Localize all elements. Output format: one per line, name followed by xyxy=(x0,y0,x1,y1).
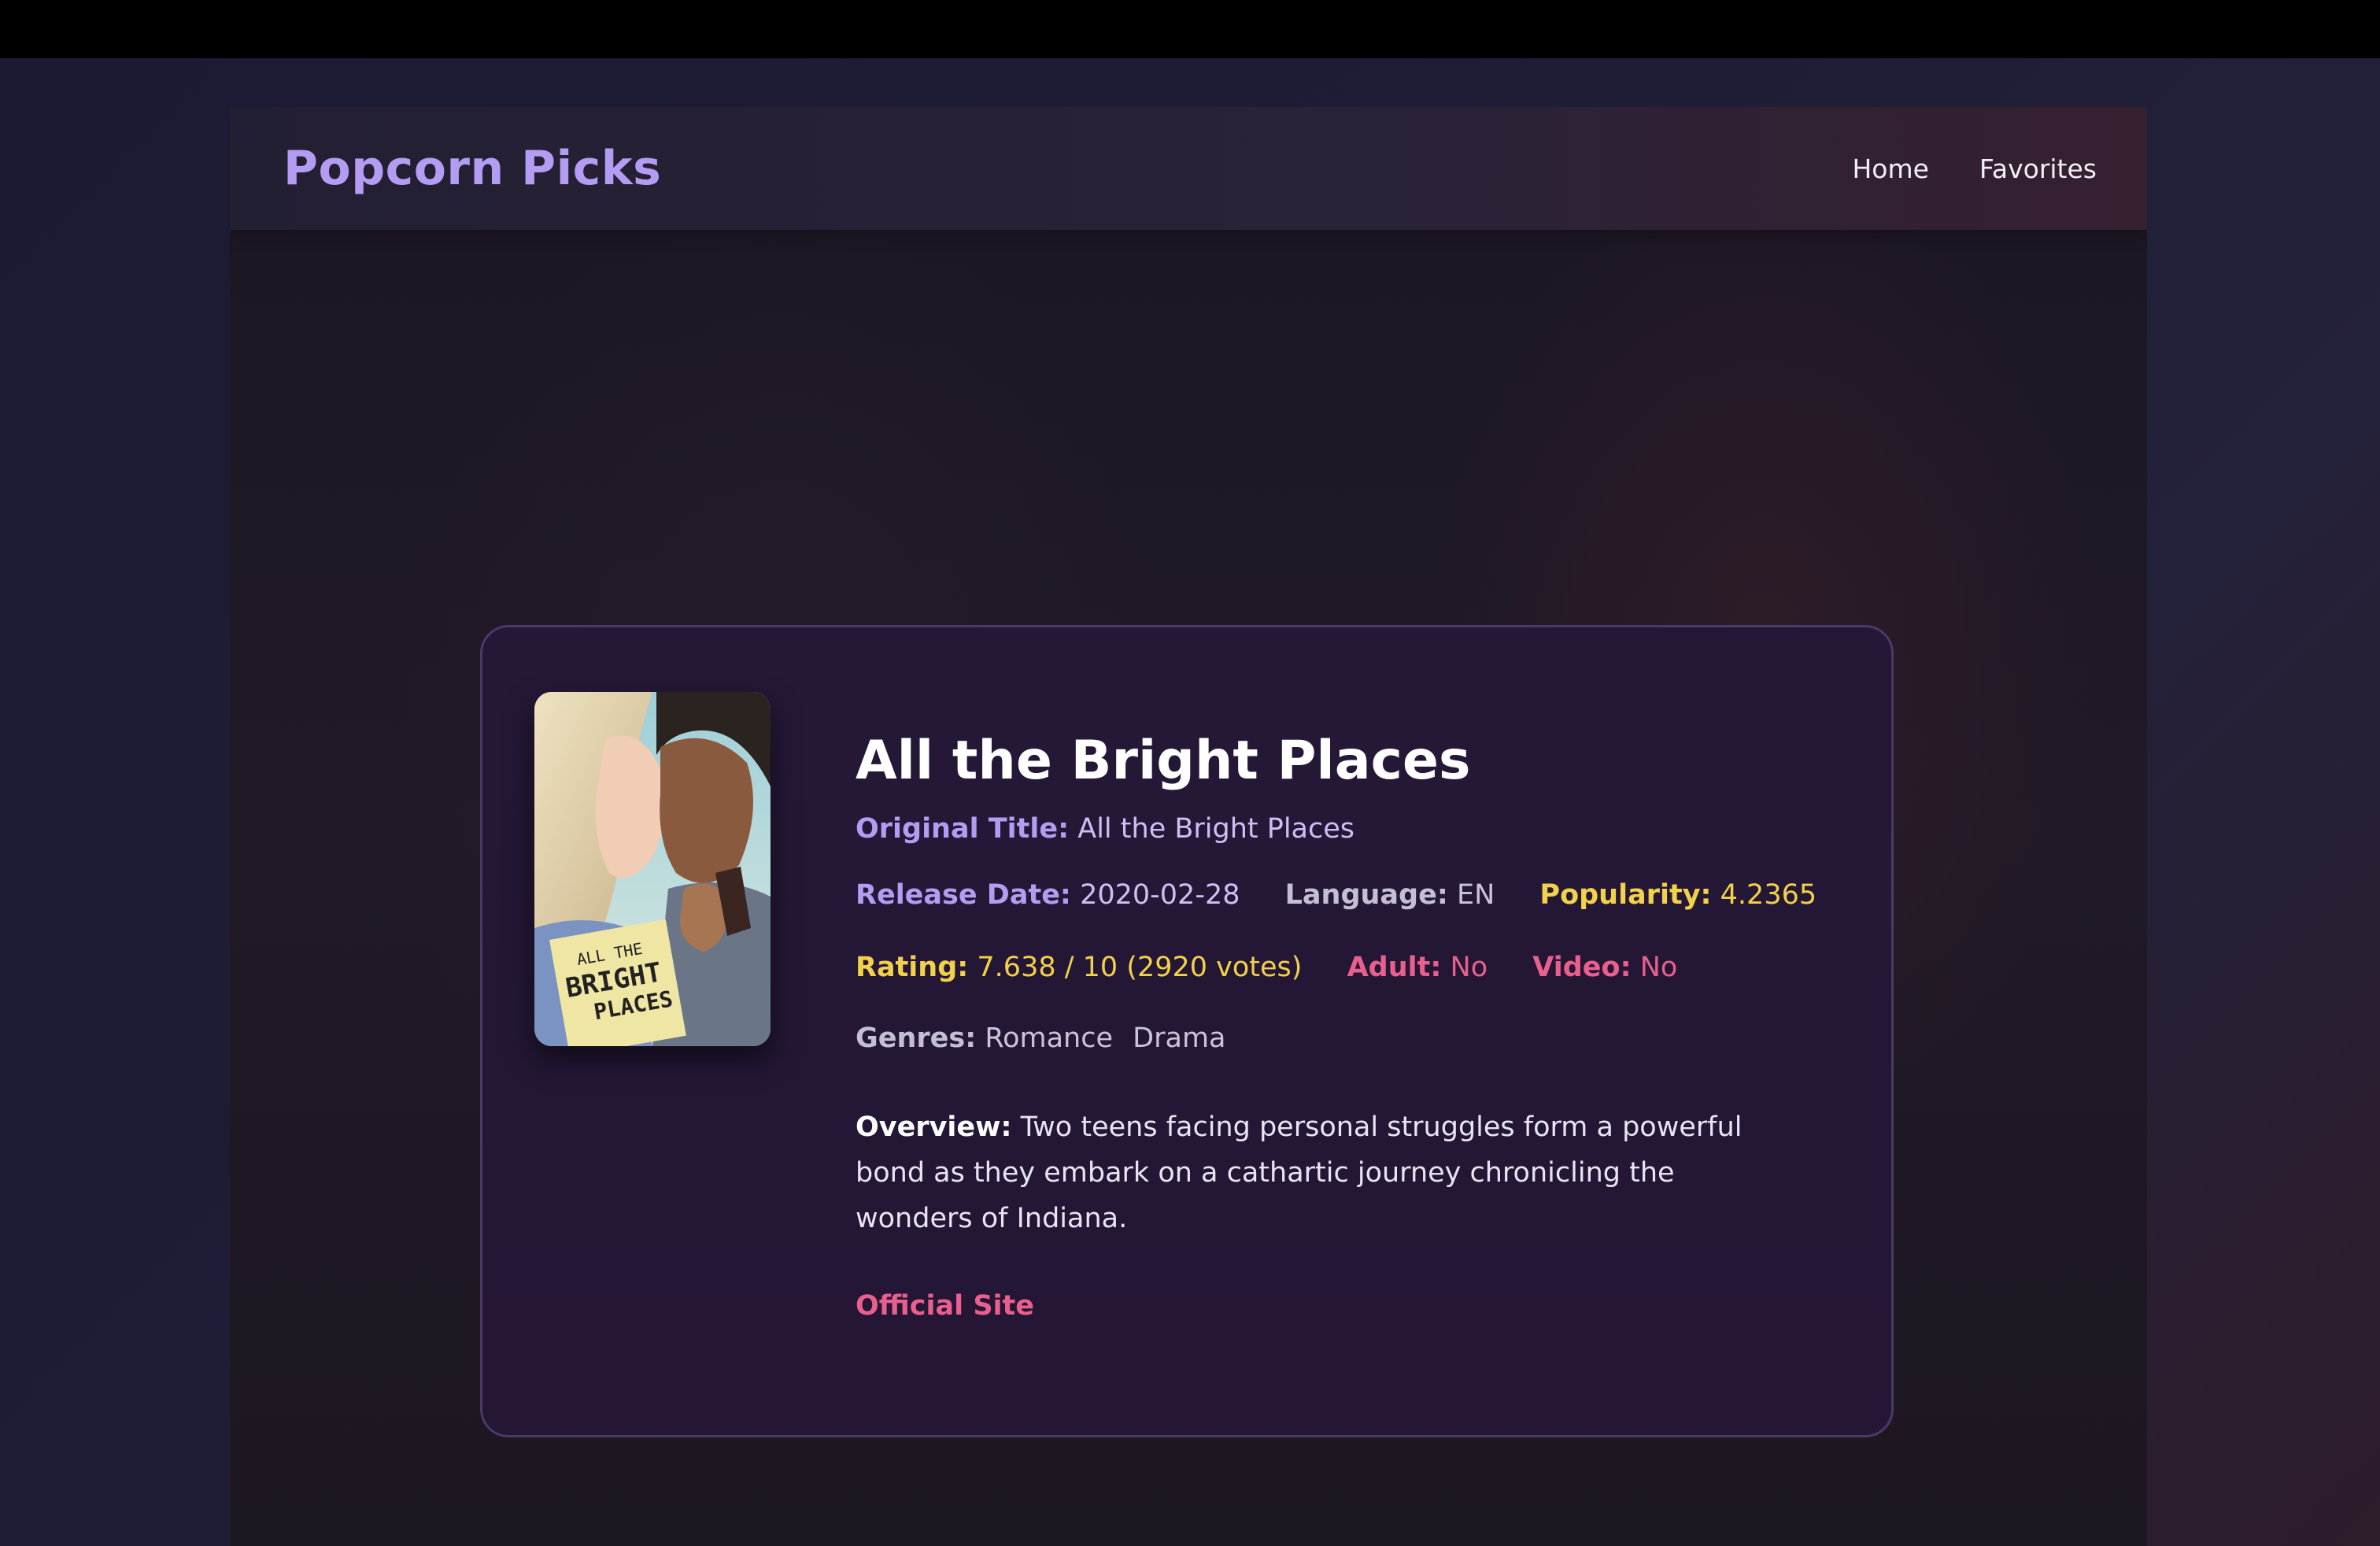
original-title-value: All the Bright Places xyxy=(1077,813,1355,845)
nav-home-link[interactable]: Home xyxy=(1852,153,1928,184)
video-value: No xyxy=(1639,952,1678,983)
overview: Overview: Two teens facing personal stru… xyxy=(856,1104,1800,1241)
brand-logo[interactable]: Popcorn Picks xyxy=(283,107,661,230)
movie-title: All the Bright Places xyxy=(856,730,1471,792)
genre-tag: Drama xyxy=(1133,1023,1226,1054)
rating-row: Rating: 7.638 / 10 (2920 votes) Adult: N… xyxy=(856,952,1831,983)
browser-viewport: Popcorn Picks Home Favorites ALL THE BRI… xyxy=(0,58,2380,1546)
language-label: Language: xyxy=(1284,879,1448,911)
official-site-link[interactable]: Official Site xyxy=(856,1290,1034,1322)
popularity-label: Popularity: xyxy=(1539,879,1712,911)
page-container: Popcorn Picks Home Favorites ALL THE BRI… xyxy=(230,107,2147,1546)
movie-poster: ALL THE BRIGHT PLACES xyxy=(534,692,771,1046)
nav-favorites-link[interactable]: Favorites xyxy=(1979,153,2097,184)
overview-label: Overview: xyxy=(856,1111,1012,1143)
genres-label: Genres: xyxy=(856,1023,977,1054)
navbar: Popcorn Picks Home Favorites xyxy=(230,107,2147,230)
original-title-row: Original Title: All the Bright Places xyxy=(856,813,1831,845)
adult-value: No xyxy=(1450,952,1488,983)
rating-value: 7.638 / 10 (2920 votes) xyxy=(977,952,1303,983)
rating-label: Rating: xyxy=(856,952,969,983)
release-date-value: 2020-02-28 xyxy=(1080,879,1240,911)
language-value: EN xyxy=(1456,879,1495,911)
meta-row: Release Date: 2020-02-28 Language: EN Po… xyxy=(856,879,1831,911)
original-title-label: Original Title: xyxy=(856,813,1070,845)
genre-tag: Romance xyxy=(985,1023,1114,1054)
adult-label: Adult: xyxy=(1347,952,1442,983)
movie-detail-card: ALL THE BRIGHT PLACES All the Bright Pla… xyxy=(480,625,1894,1437)
browser-top-bar xyxy=(0,0,2380,58)
genres-row: Genres: Romance Drama xyxy=(856,1023,1831,1054)
movie-info: All the Bright Places Original Title: Al… xyxy=(856,720,1831,1322)
release-date-label: Release Date: xyxy=(856,879,1071,911)
popularity-value: 4.2365 xyxy=(1720,879,1817,911)
nav-links: Home Favorites xyxy=(1852,107,2097,230)
video-label: Video: xyxy=(1532,952,1632,983)
